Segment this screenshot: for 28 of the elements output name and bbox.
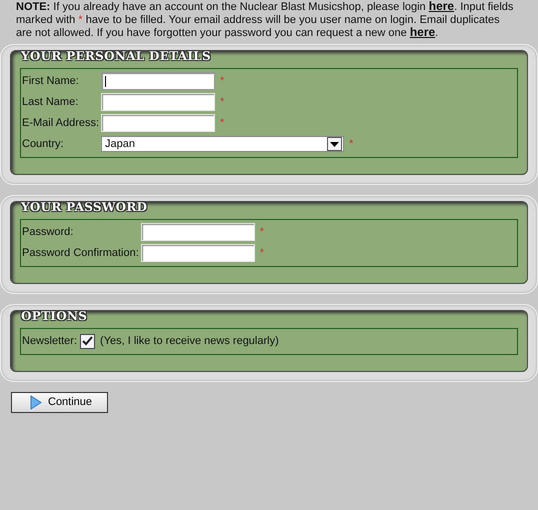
field-label: E-Mail Address: [22, 116, 100, 130]
country-dropdown[interactable]: Japan [101, 136, 344, 152]
text-cursor [105, 76, 106, 87]
required-mark: * [260, 226, 264, 238]
play-icon [30, 394, 42, 410]
required-mark: * [220, 117, 224, 129]
continue-button[interactable]: Continue [11, 392, 108, 412]
password-field[interactable] [140, 244, 255, 262]
password-field[interactable] [140, 223, 255, 241]
login-link[interactable]: here [428, 0, 454, 13]
field-label: Password: [22, 224, 74, 240]
newsletter-checkbox[interactable] [80, 334, 96, 348]
required-mark: * [220, 96, 224, 108]
required-mark: * [349, 138, 354, 150]
required-mark: * [220, 75, 224, 87]
section-title: YOUR PERSONAL DETAILS [21, 48, 211, 64]
note-text: NOTE: If you already have an account on the Nuclear Blast Musicshop, please login here. Input fields marked with * have to be filled. Your email address will be you user name on login. Email duplicates are not allowed. If you have forgotten your password you can request a new one here. [15, 0, 514, 40]
section-title: OPTIONS [21, 308, 88, 324]
required-mark: * [260, 247, 264, 259]
field-label: Last Name: [22, 94, 80, 110]
input-field[interactable] [101, 72, 216, 90]
field-label: Password Confirmation: [22, 246, 139, 260]
login-link[interactable]: here [410, 25, 436, 39]
field-label: First Name: [22, 74, 80, 88]
checkbox-caption: (Yes, I like to receive news regularly) [100, 335, 279, 347]
field-label: Newsletter: [22, 334, 78, 348]
field-label: Country: [22, 136, 65, 152]
section-title: YOUR PASSWORD [21, 200, 148, 216]
